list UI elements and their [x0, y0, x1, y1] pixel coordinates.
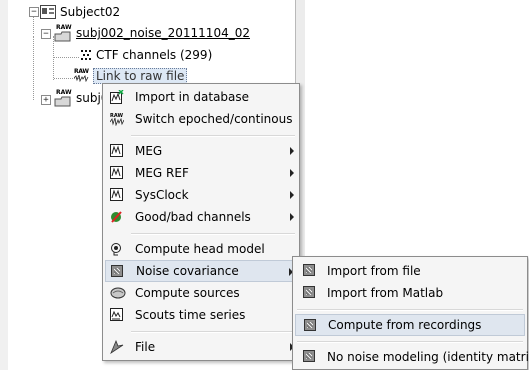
menu-item-label: Import in database	[135, 90, 250, 104]
tree-connector	[33, 14, 34, 34]
sensor-icon	[110, 144, 124, 158]
submenu-item-label: Import from file	[327, 264, 421, 278]
submenu-arrow-icon	[290, 147, 294, 155]
scouts-icon	[110, 308, 124, 322]
tree-connector	[54, 57, 79, 58]
context-menu: Import in database RAW Switch epoched/co…	[102, 83, 300, 361]
menu-separator	[297, 309, 523, 311]
submenu-item-no-noise[interactable]: No noise modeling (identity matrix)	[295, 346, 529, 368]
menu-separator	[297, 341, 523, 343]
menu-separator	[131, 331, 295, 333]
raw-folder-icon: RAW	[54, 89, 72, 107]
channels-icon	[80, 49, 92, 61]
submenu-arrow-icon	[290, 213, 294, 221]
noise-cov-icon	[111, 265, 125, 279]
sensor-icon	[110, 166, 124, 180]
good-bad-icon	[110, 210, 124, 224]
noise-covariance-submenu: Import from file Import from Matlab Comp…	[292, 256, 529, 370]
submenu-item-import-file[interactable]: Import from file	[295, 260, 525, 282]
submenu-item-label: No noise modeling (identity matrix)	[327, 350, 529, 364]
subject-label: Subject02	[60, 5, 121, 19]
menu-item-label: Compute head model	[135, 242, 265, 256]
menu-separator	[131, 233, 295, 235]
submenu-item-label: Compute from recordings	[328, 318, 482, 332]
menu-item-label: Compute sources	[135, 286, 240, 300]
menu-item-label: Scouts time series	[135, 308, 246, 322]
noise-cov-icon	[303, 350, 317, 364]
raw-folder-icon: RAW	[54, 24, 72, 42]
noise-cov-icon	[303, 264, 317, 278]
menu-item-good-bad[interactable]: Good/bad channels	[105, 206, 297, 228]
noise-cov-icon	[303, 286, 317, 300]
menu-item-scouts[interactable]: Scouts time series	[105, 304, 297, 326]
menu-item-label: Noise covariance	[136, 264, 239, 278]
tree-item-condition[interactable]: RAW subj002_noise_20111104_02	[54, 24, 250, 42]
import-icon	[110, 89, 124, 104]
tree-item-subject[interactable]: Subject02	[40, 3, 120, 21]
menu-item-switch-epoched[interactable]: RAW Switch epoched/continous	[105, 108, 297, 130]
submenu-item-compute-recordings[interactable]: Compute from recordings	[295, 314, 525, 336]
menu-separator	[131, 135, 295, 137]
sources-icon	[110, 286, 126, 300]
raw-wave-icon: RAW	[109, 112, 125, 127]
tree-item-channels[interactable]: CTF channels (299)	[80, 46, 212, 64]
menu-item-meg[interactable]: MEG	[105, 140, 297, 162]
menu-item-label: MEG REF	[135, 166, 189, 180]
subject-icon	[40, 5, 56, 19]
menu-item-noise-covariance[interactable]: Noise covariance	[105, 260, 297, 282]
menu-item-sysclock[interactable]: SysClock	[105, 184, 297, 206]
tree-connector	[53, 36, 54, 80]
menu-item-label: File	[135, 340, 156, 354]
noise-cov-icon	[304, 319, 318, 333]
svg-text:RAW: RAW	[110, 113, 123, 119]
submenu-arrow-icon	[290, 169, 294, 177]
link-label: Link to raw file	[93, 68, 188, 84]
file-icon	[110, 339, 124, 355]
sensor-icon	[110, 188, 124, 202]
menu-item-meg-ref[interactable]: MEG REF	[105, 162, 297, 184]
tree-item-condition-2[interactable]: RAW subj0	[54, 89, 108, 107]
submenu-item-label: Import from Matlab	[327, 286, 444, 300]
menu-item-label: MEG	[135, 144, 163, 158]
raw-file-icon: RAW	[74, 68, 89, 84]
menu-item-label: Good/bad channels	[135, 210, 251, 224]
menu-item-compute-sources[interactable]: Compute sources	[105, 282, 297, 304]
raw-tag: RAW	[74, 68, 89, 75]
expand-condition-toggle[interactable]: +	[41, 95, 51, 105]
tree-connector	[33, 36, 34, 100]
submenu-arrow-icon	[290, 191, 294, 199]
menu-item-label: SysClock	[135, 188, 189, 202]
submenu-item-import-matlab[interactable]: Import from Matlab	[295, 282, 525, 304]
collapse-subject-toggle[interactable]: −	[29, 7, 39, 17]
menu-item-head-model[interactable]: Compute head model	[105, 238, 297, 260]
channels-label: CTF channels (299)	[96, 48, 213, 62]
head-model-icon	[110, 242, 124, 256]
menu-item-import-database[interactable]: Import in database	[105, 86, 297, 108]
menu-item-file[interactable]: File	[105, 336, 297, 358]
collapse-condition-toggle[interactable]: −	[41, 29, 51, 39]
condition-label: subj002_noise_20111104_02	[76, 26, 250, 40]
menu-item-label: Switch epoched/continous	[135, 112, 293, 126]
